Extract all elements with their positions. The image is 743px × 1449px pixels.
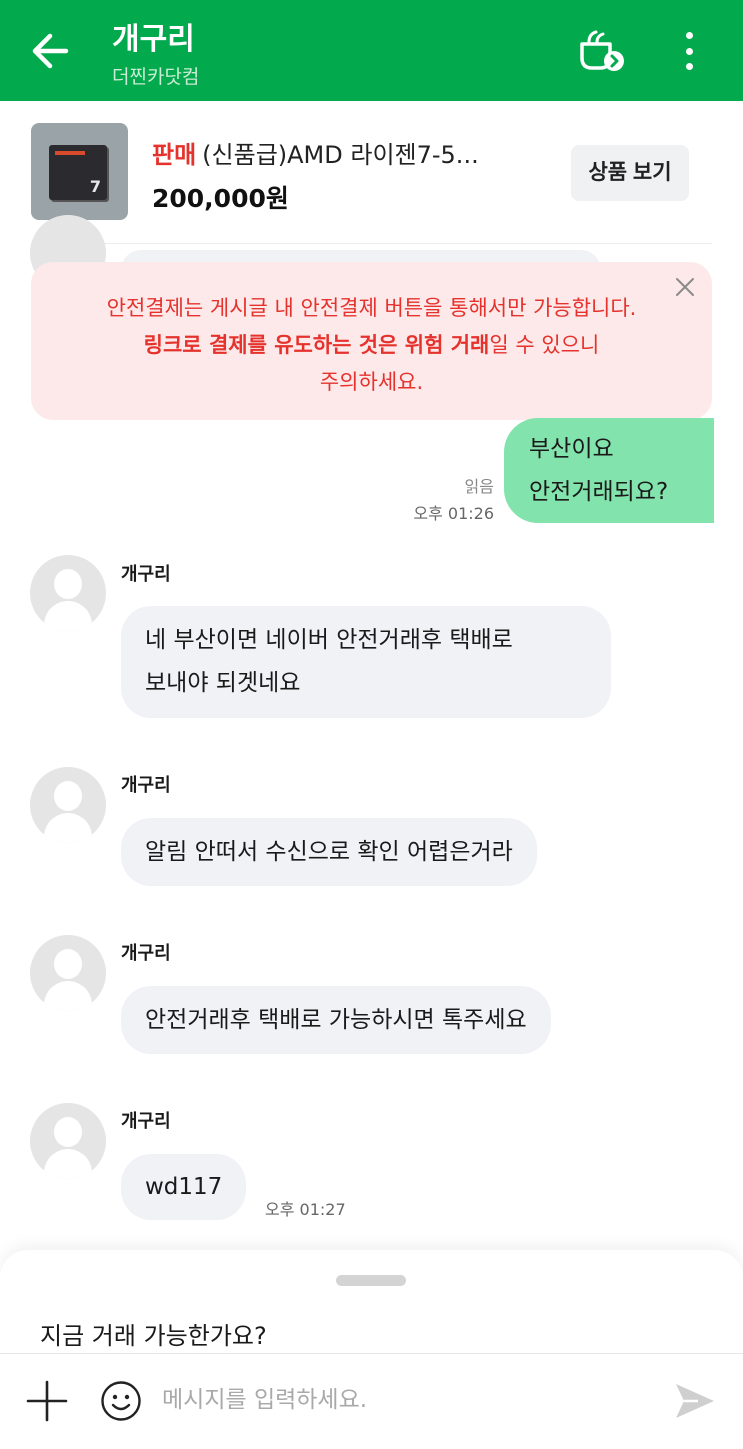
product-thumbnail: 7 <box>31 123 128 220</box>
chat-partner-name: 개구리 <box>112 22 195 57</box>
sender-name: 개구리 <box>121 775 171 796</box>
message-line: 네 부산이면 네이버 안전거래후 택배로 <box>145 627 513 653</box>
product-name: (신품급)AMD 라이젠7-5... <box>202 141 479 169</box>
message-input[interactable] <box>162 1378 642 1422</box>
sheet-drag-handle[interactable] <box>336 1275 406 1286</box>
message-time: 오후 01:26 <box>413 504 494 523</box>
their-message-bubble[interactable]: 네 부산이면 네이버 안전거래후 택배로 보내야 되겟네요 <box>121 606 611 718</box>
composer-divider <box>0 1353 743 1354</box>
message-line: 부산이요 <box>529 436 614 462</box>
message-line: 보내야 되겟네요 <box>145 670 301 696</box>
sender-name: 개구리 <box>121 943 171 964</box>
cafe-name: 더찐카닷컴 <box>112 66 200 88</box>
safe-payment-warning: 안전결제는 게시글 내 안전결제 버튼을 통해서만 가능합니다. 링크로 결제를… <box>31 262 712 420</box>
warning-line-3: 주의하세요. <box>319 370 424 394</box>
their-message-bubble[interactable]: wd117 <box>121 1154 247 1220</box>
warning-strong-text: 링크로 결제를 유도하는 것은 위험 거래 <box>143 333 490 357</box>
read-receipt: 읽음 <box>464 477 494 496</box>
plus-icon[interactable] <box>26 1380 68 1422</box>
avatar[interactable] <box>30 767 106 843</box>
warning-line-2-rest: 일 수 있으니 <box>489 333 600 357</box>
chat-screen: 개구리 더찐카닷컴 7 판매 (신품급)AMD 라이젠7-5... 200,000… <box>0 0 743 1449</box>
sender-name: 개구리 <box>121 564 171 585</box>
cafe-chat-icon[interactable] <box>576 26 628 74</box>
product-bar[interactable]: 7 판매 (신품급)AMD 라이젠7-5... 200,000원 상품 보기 <box>0 101 743 244</box>
warning-line-2: 링크로 결제를 유도하는 것은 위험 거래일 수 있으니 <box>31 327 712 364</box>
avatar[interactable] <box>30 1103 106 1179</box>
quick-reply-suggestion[interactable]: 지금 거래 가능한가요? <box>40 1316 267 1351</box>
back-arrow-icon[interactable] <box>26 28 76 74</box>
close-icon[interactable] <box>674 276 696 298</box>
view-product-button[interactable]: 상품 보기 <box>571 145 689 201</box>
their-message-bubble[interactable]: 알림 안떠서 수신으로 확인 어렵은거라 <box>121 818 537 886</box>
message-time: 오후 01:27 <box>265 1200 346 1219</box>
more-vertical-icon[interactable] <box>670 28 708 74</box>
product-divider <box>31 243 712 244</box>
send-icon[interactable] <box>674 1382 716 1420</box>
avatar[interactable] <box>30 555 106 631</box>
product-title: 판매 (신품급)AMD 라이젠7-5... <box>152 135 479 170</box>
warning-line-1: 안전결제는 게시글 내 안전결제 버튼을 통해서만 가능합니다. <box>106 296 637 320</box>
sale-status-label: 판매 <box>152 141 197 169</box>
product-price: 200,000원 <box>152 184 289 213</box>
my-message-bubble[interactable]: 부산이요 안전거래되요? <box>504 418 714 523</box>
emoji-icon[interactable] <box>100 1380 142 1422</box>
message-line: 안전거래되요? <box>529 479 669 505</box>
avatar[interactable] <box>30 935 106 1011</box>
header-bar: 개구리 더찐카닷컴 <box>0 0 743 101</box>
their-message-bubble[interactable]: 안전거래후 택배로 가능하시면 톡주세요 <box>121 986 551 1054</box>
sender-name: 개구리 <box>121 1111 171 1132</box>
